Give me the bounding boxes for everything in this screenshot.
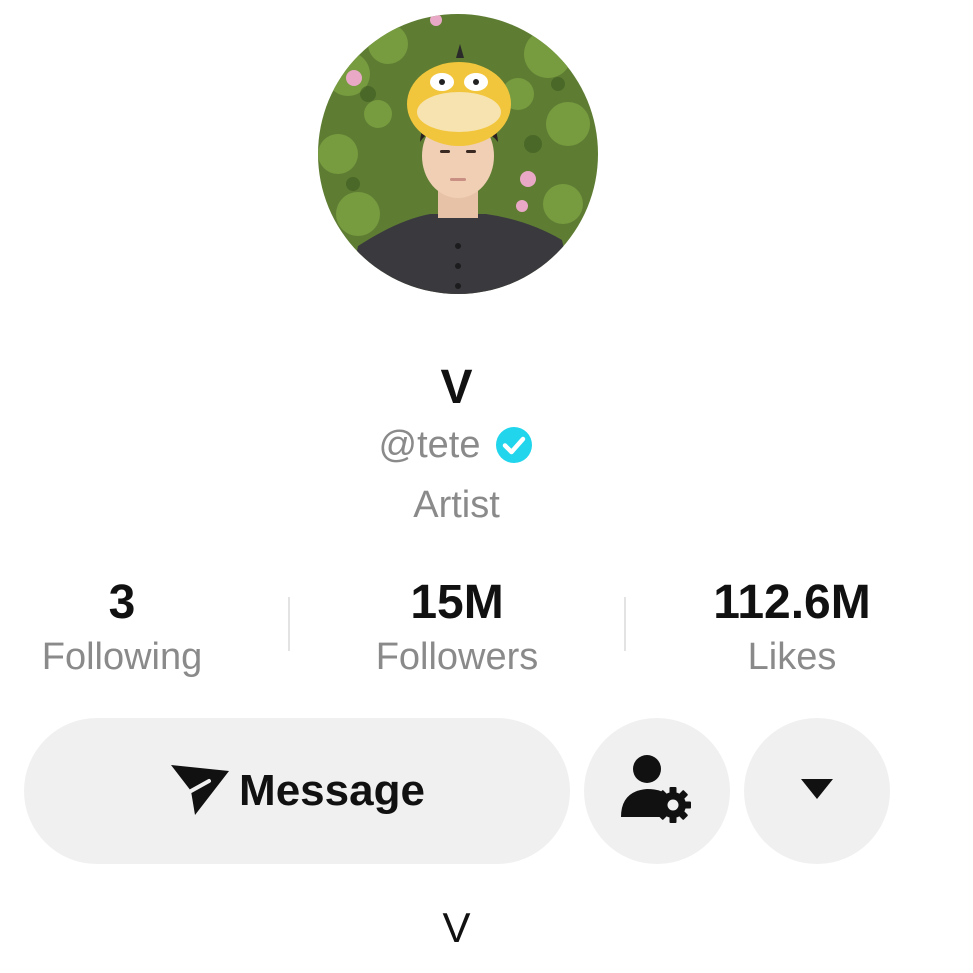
avatar-photo [318,14,598,294]
following-label: Following [41,636,203,678]
handle-row: @tete [0,420,913,470]
followers-label: Followers [375,636,539,678]
followers-count: 15M [410,576,504,629]
caret-down-icon [800,778,834,805]
send-icon [169,761,231,822]
verified-badge-icon [494,425,534,465]
user-gear-icon [617,753,697,830]
stat-followers[interactable]: 15M Followers [307,575,607,683]
stat-likes[interactable]: 112.6M Likes [642,575,942,683]
bio-text: Artist [413,484,500,526]
more-options-button[interactable] [744,718,890,864]
stat-divider [624,597,626,651]
display-name: V [440,361,473,414]
message-button[interactable]: Message [24,718,570,864]
stat-divider [288,597,290,651]
message-label: Message [239,766,425,815]
user-settings-button[interactable] [584,718,730,864]
username-handle: @tete [378,424,481,466]
following-count: 3 [108,576,136,629]
profile-page: V @tete Artist 3 Following 15M Followers… [0,0,973,973]
bio-snippet: V [442,904,471,951]
likes-count: 112.6M [713,576,871,629]
stats-row: 3 Following 15M Followers 112.6M Likes [0,575,913,685]
stat-following[interactable]: 3 Following [0,575,272,683]
likes-label: Likes [747,636,837,678]
avatar[interactable] [318,14,598,294]
